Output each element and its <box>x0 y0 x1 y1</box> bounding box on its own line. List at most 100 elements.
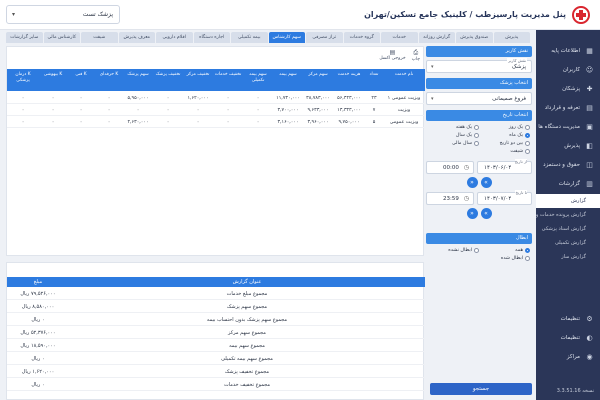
sidebar-item-preferences[interactable]: ◐ تنظیمات <box>536 329 600 348</box>
table-row[interactable]: ویزیت عمومی ۵ ۹,۷۵۰,۰۰۰ ۳,۹۶۰,۰۰۰ ۳,۱۶۰,… <box>7 117 425 128</box>
to-date-field[interactable]: تا تاریخ ۱۴۰۳/۰۷/۰۴ <box>477 190 532 205</box>
table-cell: ۰ <box>21 120 25 125</box>
table-cell: ۹,۶۳۳,۰۰۰ <box>307 108 329 113</box>
tab-finance-expert[interactable]: کارشناس مالی <box>43 32 80 43</box>
column-header[interactable]: تخفیف خدمات <box>213 69 243 91</box>
excel-export-button[interactable]: ▤ خروجی اکسل <box>379 49 405 62</box>
location-icon: ◉ <box>586 353 593 361</box>
print-button[interactable]: ⎙ چاپ <box>412 49 420 62</box>
date-option-between-dates[interactable]: بین دو تاریخ <box>479 139 530 147</box>
date-option-shift[interactable]: شیفت <box>479 147 530 155</box>
sidebar-item-payroll[interactable]: ◫ حقوق و دستمزد <box>536 156 600 175</box>
column-header[interactable]: تعداد <box>365 69 383 91</box>
column-header[interactable]: K حرفه‌ای <box>95 69 123 91</box>
sidebar-item-reception[interactable]: ◧ پذیرش <box>536 137 600 156</box>
table-cell: ۲,۶۳۰,۰۰۰ <box>127 120 149 125</box>
tab-services[interactable]: خدمات <box>381 32 418 43</box>
summary-header: عنوان گزارش مبلغ <box>7 277 425 287</box>
role-select-label: نقش کاربر <box>507 58 527 63</box>
column-header[interactable]: K بیهوشی <box>39 69 67 91</box>
sidebar-item-tariff[interactable]: ▤ تعرفه و قرارداد <box>536 99 600 118</box>
column-header[interactable]: K فنی <box>67 69 95 91</box>
sidebar-item-reports[interactable]: ▥ گزارشات <box>536 175 600 194</box>
date-option-one-day[interactable]: یک روز <box>479 123 530 131</box>
status-option-all[interactable]: همه <box>479 246 530 254</box>
column-header[interactable]: سهم مرکز <box>303 69 333 91</box>
search-button[interactable]: جستجو <box>430 383 532 395</box>
role-panel-title: نقش کاربر <box>426 46 532 57</box>
doctor-filter-select[interactable]: فروغ صمیمانی ▾ <box>426 92 532 105</box>
tab-drug-items[interactable]: اقلام دارویی <box>156 32 193 43</box>
to-time-field[interactable]: 23:59 ◷ <box>426 192 474 205</box>
from-time-value: 00:00 <box>443 165 459 171</box>
next-date-button[interactable]: » <box>480 177 492 188</box>
date-option-one-month[interactable]: یک ماه <box>479 131 530 139</box>
sidebar-subitem-report-builder[interactable]: گزارش ساز <box>536 250 600 264</box>
table-cell: ۵ <box>372 120 376 125</box>
sidebar-subitem-supplementary-report[interactable]: گزارش تکمیلی <box>536 236 600 250</box>
summary-title: مجموع تخفیف پزشک <box>224 369 270 375</box>
date-option-fiscal-year[interactable]: سال مالی <box>428 139 479 147</box>
sidebar-item-devices[interactable]: ▣ مدیریت دستگاه ها <box>536 118 600 137</box>
tab-service-groups[interactable]: گروه خدمات <box>343 32 380 43</box>
table-cell: ۰ <box>196 108 200 113</box>
status-option-cancelled[interactable]: ابطال شده <box>479 254 530 262</box>
tab-consumption[interactable]: تراز مصرفی <box>306 32 343 43</box>
role-select[interactable]: نقش کاربر پزشک ▾ <box>426 58 532 73</box>
sidebar-subitem-medical-docs-report[interactable]: گزارش اسناد پزشکی <box>536 222 600 236</box>
tab-expert-share[interactable]: سهم کارشناس <box>268 32 305 43</box>
to-date-nav: » « <box>426 208 532 219</box>
tab-reception-fund[interactable]: صندوق پذیرش <box>456 32 493 43</box>
table-header: نام خدمت تعداد هزینه خدمت سهم مرکز سهم ب… <box>7 69 425 91</box>
table-row[interactable]: ویزیت ۷ ۱۳,۳۳۳,۰۰۰ ۹,۶۳۳,۰۰۰ ۳,۷۰۰,۰۰۰ ۰… <box>7 105 425 116</box>
table-cell: ۲۳ <box>371 96 377 101</box>
doctor-select-value: پزشک تست <box>82 11 113 18</box>
from-date-row: از تاریخ ۱۴۰۳/۰۶/۰۴ 00:00 ◷ <box>426 159 532 174</box>
tab-supplementary-insurance[interactable]: بیمه تکمیلی <box>231 32 268 43</box>
sidebar-item-basic-info[interactable]: ▦ اطلاعات پایه <box>536 42 600 61</box>
table-cell: ۰ <box>107 120 111 125</box>
clinic-logo-icon <box>572 6 590 24</box>
prev-date-button[interactable]: « <box>466 177 478 188</box>
sidebar-subitem-service-file-report[interactable]: گزارش پرونده خدمات و bi <box>536 208 600 222</box>
column-header[interactable]: هزینه خدمت <box>333 69 365 91</box>
next-date-button[interactable]: » <box>480 208 492 219</box>
summary-row: مجموع تخفیف خدمات ۰ ریال <box>7 379 425 391</box>
column-header[interactable]: سهم بیمه <box>273 69 303 91</box>
wallet-icon: ◫ <box>586 161 593 169</box>
doctor-select[interactable]: پزشک تست ▾ <box>6 5 120 24</box>
column-header[interactable]: K درمان پزشکی <box>7 69 39 91</box>
tab-reception-referrer[interactable]: معرف پذیرش <box>118 32 155 43</box>
from-date-field[interactable]: از تاریخ ۱۴۰۳/۰۶/۰۴ <box>477 159 532 174</box>
sidebar-item-users[interactable]: ☺ کاربران <box>536 61 600 80</box>
sidebar: ▦ اطلاعات پایه ☺ کاربران ✚ پزشکان ▤ تعرفه و … <box>536 30 600 400</box>
tab-other-reports[interactable]: سایر گزارشات <box>6 32 43 43</box>
from-date-nav: » « <box>426 177 532 188</box>
status-option-not-cancelled[interactable]: ابطال نشده <box>428 246 479 254</box>
prev-date-button[interactable]: « <box>466 208 478 219</box>
column-header[interactable]: نام خدمت <box>383 69 425 91</box>
tab-reception[interactable]: پذیرش <box>493 32 530 43</box>
table-cell: ۰ <box>79 120 83 125</box>
tab-daily-report[interactable]: گزارش روزانه <box>418 32 455 43</box>
radio-icon <box>474 140 479 146</box>
table-row[interactable]: ویزیت عمومی ۱ ۲۳ ۵۶,۴۴۳,۰۰۰ ۳۸,۷۸۳,۰۰۰ ۱… <box>7 93 425 104</box>
date-option-one-week[interactable]: یک هفته <box>428 123 479 131</box>
date-option-one-year[interactable]: یک سال <box>428 131 479 139</box>
sidebar-item-centers[interactable]: ◉ مراکز <box>536 348 600 367</box>
table-cell: ۰ <box>79 108 83 113</box>
table-cell: ۰ <box>226 120 230 125</box>
column-header[interactable]: تخفیف مرکز <box>183 69 213 91</box>
sidebar-item-doctors[interactable]: ✚ پزشکان <box>536 80 600 99</box>
sidebar-item-settings[interactable]: ⚙ تنظیمات <box>536 310 600 329</box>
radio-selected-icon <box>525 132 530 138</box>
from-time-field[interactable]: 00:00 ◷ <box>426 161 474 174</box>
column-header[interactable]: تخفیف پزشک <box>153 69 183 91</box>
column-header[interactable]: سهم بیمه تکمیلی <box>243 69 273 91</box>
device-icon: ▣ <box>586 123 593 131</box>
sidebar-subitem-report[interactable]: گزارش <box>536 194 600 208</box>
tab-shift[interactable]: شیفت <box>81 32 118 43</box>
filter-panel: نقش کاربر نقش کاربر پزشک ▾ انتخاب پزشک ف… <box>426 46 532 396</box>
column-header[interactable]: سهم پزشک <box>123 69 153 91</box>
tab-device-rental[interactable]: اجاره دستگاه <box>193 32 230 43</box>
